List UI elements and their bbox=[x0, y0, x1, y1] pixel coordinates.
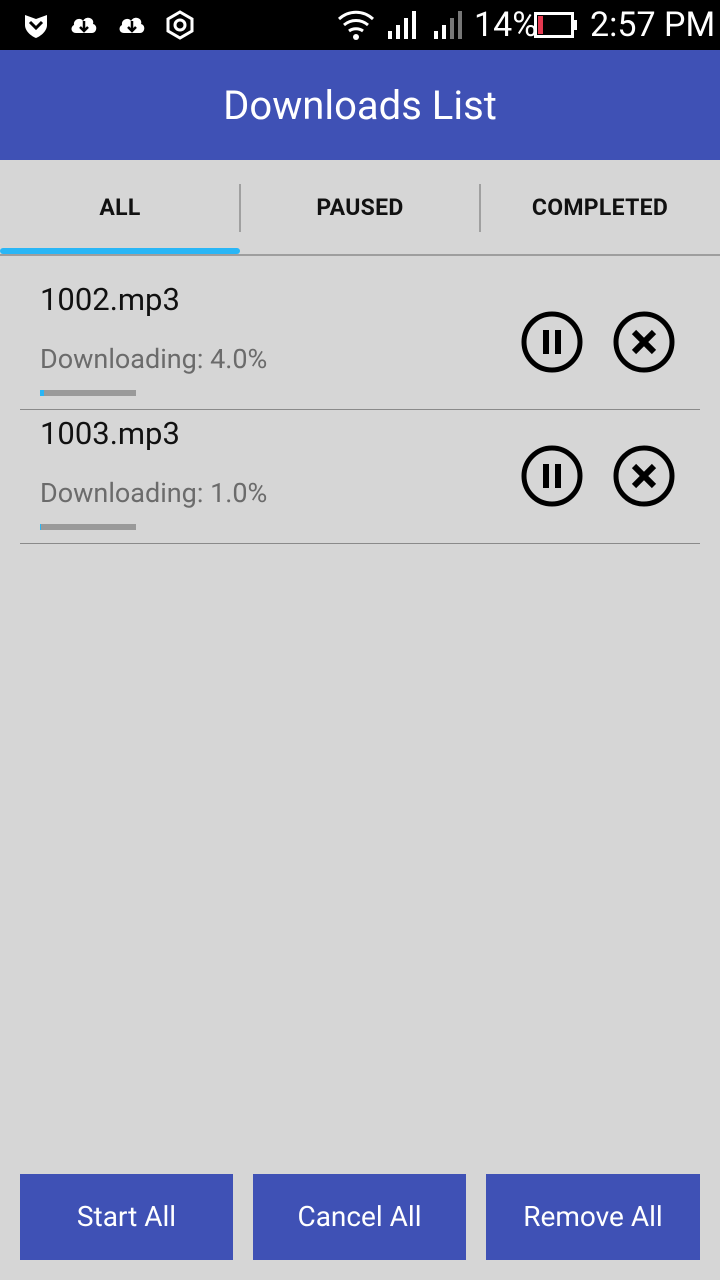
file-name: 1002.mp3 bbox=[40, 281, 180, 318]
wifi-icon bbox=[337, 10, 375, 40]
tab-completed[interactable]: COMPLETED bbox=[480, 160, 720, 256]
cancel-all-button[interactable]: Cancel All bbox=[253, 1174, 466, 1260]
progress-fill bbox=[40, 524, 41, 530]
tab-selected-indicator bbox=[0, 248, 240, 254]
app-bar: Downloads List bbox=[0, 50, 720, 160]
pause-icon[interactable] bbox=[520, 310, 584, 374]
tab-paused[interactable]: PAUSED bbox=[240, 160, 480, 256]
cloud-download-icon bbox=[119, 17, 145, 33]
progress-fill bbox=[40, 390, 44, 396]
page-title: Downloads List bbox=[223, 82, 497, 129]
signal-icon bbox=[388, 11, 416, 39]
download-item: 1003.mp3 Downloading: 1.0% bbox=[20, 410, 700, 544]
pause-icon[interactable] bbox=[520, 444, 584, 508]
battery-percentage: 14% bbox=[474, 5, 538, 45]
cancel-icon[interactable] bbox=[612, 444, 676, 508]
clock: 2:57 PM bbox=[590, 5, 716, 45]
file-name: 1003.mp3 bbox=[40, 415, 180, 452]
download-item: 1002.mp3 Downloading: 4.0% bbox=[20, 276, 700, 410]
tab-bar: ALL PAUSED COMPLETED bbox=[0, 160, 720, 256]
progress-bar bbox=[40, 390, 136, 396]
download-status: Downloading: 1.0% bbox=[40, 477, 268, 509]
download-status: Downloading: 4.0% bbox=[40, 343, 268, 375]
start-all-button[interactable]: Start All bbox=[20, 1174, 233, 1260]
cancel-icon[interactable] bbox=[612, 310, 676, 374]
progress-bar bbox=[40, 524, 136, 530]
remove-all-button[interactable]: Remove All bbox=[486, 1174, 700, 1260]
status-bar: 14% 2:57 PM bbox=[0, 0, 720, 50]
signal-icon bbox=[434, 11, 462, 39]
settings-hex-icon bbox=[166, 10, 194, 40]
battery-icon bbox=[534, 12, 577, 38]
cloud-download-icon bbox=[71, 17, 97, 33]
shield-icon bbox=[25, 15, 47, 38]
tab-all[interactable]: ALL bbox=[0, 160, 240, 256]
